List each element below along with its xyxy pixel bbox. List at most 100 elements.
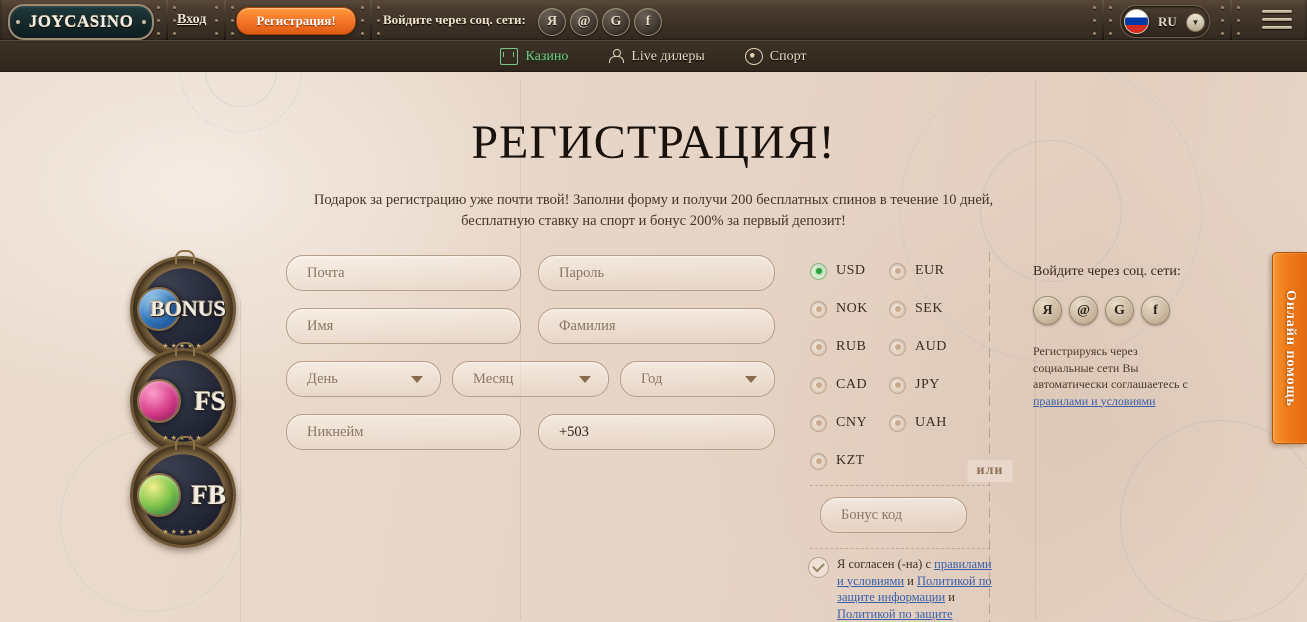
social-panel-heading: Войдите через соц. сети: (1033, 264, 1181, 279)
radio-icon (889, 414, 906, 432)
social-login-panel: Войдите через соц. сети: Я @ G f Регистр… (1033, 262, 1193, 409)
social-panel-note: Регистрируясь через социальные сети Вы а… (1033, 343, 1193, 409)
radio-icon (889, 376, 906, 394)
first-name-field-placeholder: Имя (307, 317, 334, 334)
currency-option-uah[interactable]: UAH (889, 414, 968, 432)
live-dealer-icon (608, 49, 625, 64)
chevron-down-icon: ▼ (1186, 13, 1205, 32)
language-label: RU (1158, 13, 1177, 29)
yandex-icon[interactable]: Я (1033, 296, 1062, 325)
currency-row: KZT (810, 442, 970, 480)
currency-label-cny: CNY (836, 415, 868, 430)
currency-row: USD EUR (810, 252, 970, 290)
currency-option-nok[interactable]: NOK (810, 300, 889, 318)
birth-month-select[interactable]: Месяц (452, 361, 609, 397)
radio-icon (889, 300, 906, 318)
online-help-tab[interactable]: Онлайн помощь (1272, 252, 1307, 444)
site-logo[interactable]: JOYCASINO (8, 4, 154, 40)
login-link[interactable]: Вход (177, 12, 206, 28)
mailru-icon[interactable]: @ (570, 8, 598, 36)
online-help-label: Онлайн помощь (1283, 289, 1298, 407)
birth-day-select-label: День (307, 370, 338, 387)
currency-radio-group: USD EUR NOK SEK RUB AUD CAD JPY CNY UAH … (810, 252, 970, 480)
birth-day-select[interactable]: День (286, 361, 441, 397)
currency-option-usd[interactable]: USD (810, 262, 889, 280)
terms-link-protection[interactable]: Политикой по защите (837, 607, 953, 621)
currency-option-cny[interactable]: CNY (810, 414, 889, 432)
last-name-field-placeholder: Фамилия (559, 317, 616, 334)
terms-mid-2: и (945, 590, 955, 604)
currency-option-rub[interactable]: RUB (810, 338, 889, 356)
radio-icon (810, 452, 827, 470)
nav-item-sport[interactable]: Спорт (744, 48, 807, 65)
nav-item-live-dealers[interactable]: Live дилеры (608, 49, 705, 65)
register-button-label: Регистрация! (256, 13, 336, 28)
register-button[interactable]: Регистрация! (236, 7, 356, 35)
social-note-prefix: Регистрируясь через социальные сети Вы а… (1033, 344, 1188, 391)
last-name-field[interactable]: Фамилия (538, 308, 775, 344)
bonus-medallion-label: BONUS (150, 296, 226, 321)
or-label: или (967, 460, 1013, 482)
language-selector[interactable]: RU ▼ (1120, 5, 1210, 38)
google-icon[interactable]: G (602, 8, 630, 36)
bonus-code-field[interactable]: Бонус код (820, 497, 967, 533)
hamburger-icon[interactable] (1262, 10, 1292, 30)
terms-checkbox[interactable] (808, 557, 829, 578)
page-title: РЕГИСТРАЦИЯ! (471, 116, 836, 169)
social-note-link[interactable]: правилами и условиями (1033, 394, 1156, 408)
nav-item-sport-label: Спорт (769, 48, 807, 64)
currency-option-sek[interactable]: SEK (889, 300, 968, 318)
fb-gem-icon (137, 473, 181, 517)
currency-label-usd: USD (836, 263, 866, 278)
logo-text: JOYCASINO (28, 12, 134, 31)
bonus-code-field-placeholder: Бонус код (841, 506, 903, 523)
first-name-field[interactable]: Имя (286, 308, 521, 344)
currency-option-aud[interactable]: AUD (889, 338, 968, 356)
currency-row: CNY UAH (810, 404, 970, 442)
currency-label-kzt: KZT (836, 453, 865, 468)
currency-option-jpy[interactable]: JPY (889, 376, 968, 394)
fb-medallion: FB ★★★★★ (130, 436, 236, 548)
nickname-field[interactable]: Никнейм (286, 414, 521, 450)
yandex-icon[interactable]: Я (538, 8, 566, 36)
birth-month-select-label: Месяц (473, 370, 514, 387)
terms-prefix: Я согласен (-на) с (837, 557, 935, 571)
radio-icon (889, 338, 906, 356)
radio-icon (810, 300, 827, 318)
fs-gem-icon (137, 379, 181, 423)
medallion-stars-icon: ★★★★★ (162, 528, 204, 536)
google-icon[interactable]: G (1105, 296, 1134, 325)
russia-flag-icon (1124, 9, 1149, 34)
currency-row: RUB AUD (810, 328, 970, 366)
email-field[interactable]: Почта (286, 255, 521, 291)
currency-label-eur: EUR (915, 263, 945, 278)
phone-field-value: +503 (559, 423, 589, 440)
currency-label-rub: RUB (836, 339, 867, 354)
currency-row: NOK SEK (810, 290, 970, 328)
fb-medallion-label: FB (191, 479, 226, 510)
birth-year-select[interactable]: Год (620, 361, 775, 397)
nav-item-casino[interactable]: Казино (500, 48, 568, 65)
header-social-label: Войдите через соц. сети: (383, 12, 526, 27)
chevron-down-icon (411, 376, 423, 383)
terms-agreement-text: Я согласен (-на) с правилами и условиями… (837, 556, 993, 622)
currency-option-kzt[interactable]: KZT (810, 452, 889, 470)
password-field-placeholder: Пароль (559, 264, 605, 281)
social-panel-icons: Я @ G f (1033, 296, 1193, 325)
mailru-icon[interactable]: @ (1069, 296, 1098, 325)
facebook-icon[interactable]: f (634, 8, 662, 36)
currency-option-eur[interactable]: EUR (889, 262, 968, 280)
phone-field[interactable]: +503 (538, 414, 775, 450)
medallion-hook-icon (175, 436, 195, 450)
facebook-icon[interactable]: f (1141, 296, 1170, 325)
terms-agreement: Я согласен (-на) с правилами и условиями… (808, 556, 993, 622)
currency-label-nok: NOK (836, 301, 868, 316)
radio-icon (810, 376, 827, 394)
currency-label-jpy: JPY (915, 377, 940, 392)
password-field[interactable]: Пароль (538, 255, 775, 291)
currency-row: CAD JPY (810, 366, 970, 404)
sport-icon (744, 48, 763, 65)
radio-icon (810, 414, 827, 432)
currency-option-cad[interactable]: CAD (810, 376, 889, 394)
email-field-placeholder: Почта (307, 264, 345, 281)
